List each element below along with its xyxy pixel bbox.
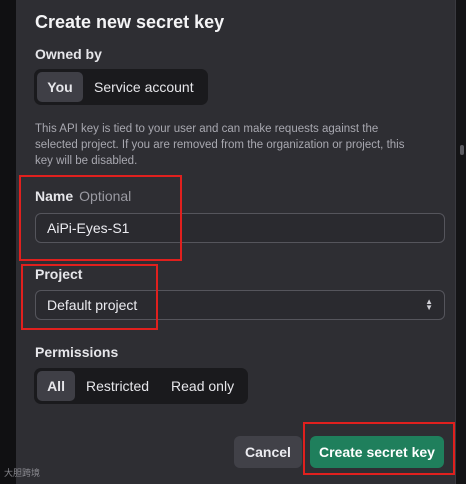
- chevron-up-down-icon: ▲ ▼: [425, 297, 433, 312]
- project-label: Project: [35, 266, 83, 282]
- owned-by-option-service-account[interactable]: Service account: [83, 72, 205, 102]
- scrollbar[interactable]: [460, 145, 464, 155]
- page-backdrop-right: [456, 0, 466, 484]
- owned-by-label: Owned by: [35, 46, 102, 62]
- name-input[interactable]: AiPi-Eyes-S1: [35, 213, 445, 243]
- owned-by-option-you[interactable]: You: [37, 72, 83, 102]
- create-secret-key-dialog: Create new secret key Owned by You Servi…: [16, 0, 456, 484]
- watermark-text: 大胆跨境: [4, 469, 41, 479]
- permissions-option-read-only[interactable]: Read only: [160, 371, 245, 401]
- name-label-text: Name: [35, 188, 74, 204]
- permissions-option-all[interactable]: All: [37, 371, 75, 401]
- key-description: This API key is tied to your user and ca…: [35, 123, 405, 167]
- name-label: Name Optional: [35, 188, 131, 204]
- name-optional-hint: Optional: [79, 188, 132, 204]
- project-select[interactable]: Default project ▲ ▼: [35, 290, 445, 320]
- permissions-label: Permissions: [35, 344, 119, 360]
- name-input-value: AiPi-Eyes-S1: [47, 220, 130, 236]
- dialog-title: Create new secret key: [35, 12, 225, 32]
- page-backdrop: [0, 0, 16, 484]
- permissions-option-restricted[interactable]: Restricted: [75, 371, 160, 401]
- create-secret-key-button[interactable]: Create secret key: [310, 436, 444, 468]
- permissions-toggle: All Restricted Read only: [34, 368, 249, 404]
- owned-by-toggle: You Service account: [34, 69, 208, 105]
- cancel-button[interactable]: Cancel: [234, 436, 302, 468]
- project-select-value: Default project: [47, 297, 138, 313]
